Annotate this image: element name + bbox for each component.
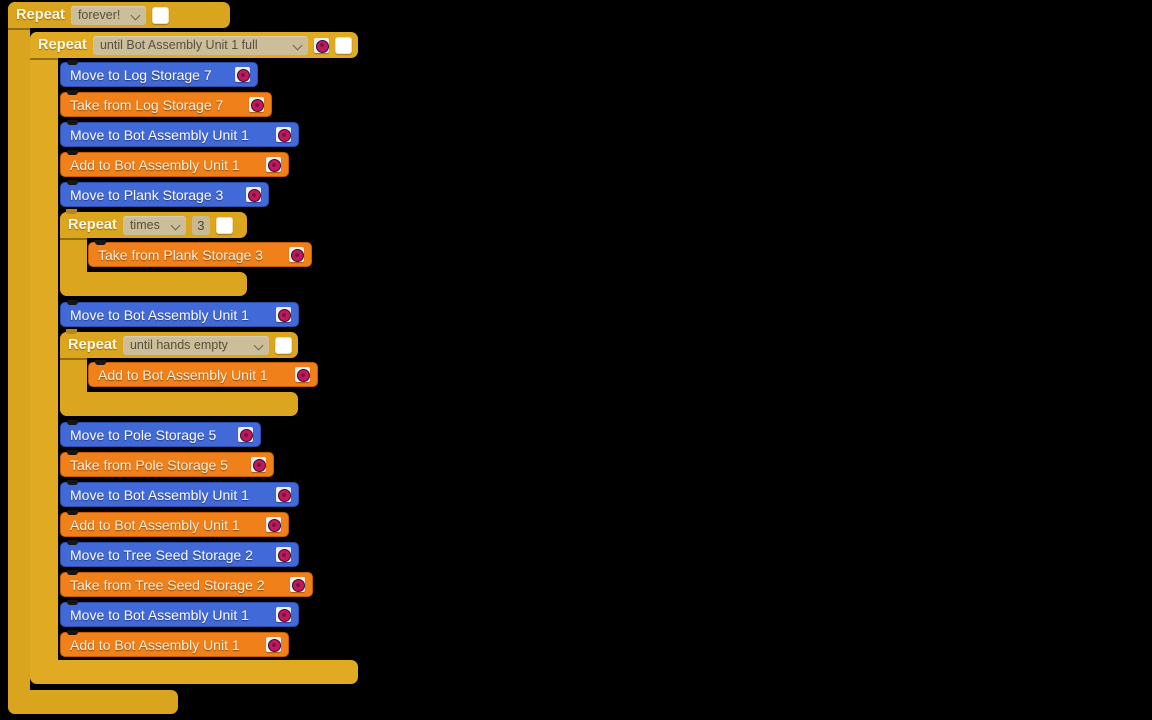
- repeat-condition-dropdown[interactable]: until hands empty: [122, 335, 269, 355]
- target-icon[interactable]: [276, 127, 291, 142]
- block-notch: [67, 180, 78, 185]
- target-icon[interactable]: [251, 457, 266, 472]
- target-icon[interactable]: [295, 367, 310, 382]
- block-add-to-bot-assembly-unit-1[interactable]: Add to Bot Assembly Unit 1: [60, 630, 289, 657]
- repeat-hands-empty-foot[interactable]: [60, 392, 298, 416]
- block-notch: [66, 209, 77, 214]
- block-notch: [67, 480, 78, 485]
- repeat-until-full-header[interactable]: Repeat until Bot Assembly Unit 1 full: [30, 32, 358, 58]
- repeat-until-full-block[interactable]: [30, 32, 58, 684]
- block-label: Add to Bot Assembly Unit 1: [98, 366, 268, 383]
- block-notch: [67, 420, 78, 425]
- target-icon[interactable]: [238, 427, 253, 442]
- block-label: Add to Bot Assembly Unit 1: [70, 516, 240, 533]
- block-move-to-bot-assembly-unit-1[interactable]: Move to Bot Assembly Unit 1: [60, 600, 299, 627]
- repeat-hands-empty-header[interactable]: Repeat until hands empty: [60, 329, 298, 358]
- target-icon[interactable]: [289, 247, 304, 262]
- chevron-down-icon: [172, 221, 181, 230]
- block-take-from-pole-storage-5[interactable]: Take from Pole Storage 5: [60, 450, 274, 477]
- repeat-forever-toggle[interactable]: [152, 6, 170, 24]
- block-notch: [67, 450, 78, 455]
- block-move-to-bot-assembly-unit-1[interactable]: Move to Bot Assembly Unit 1: [60, 300, 299, 327]
- repeat-times-toggle[interactable]: [215, 216, 233, 234]
- repeat-keyword: Repeat: [38, 37, 87, 53]
- repeat-keyword: Repeat: [68, 217, 117, 233]
- repeat-forever-block[interactable]: [8, 2, 30, 714]
- repeat-until-full-toggle[interactable]: [335, 36, 352, 54]
- block-move-to-tree-seed-storage-2[interactable]: Move to Tree Seed Storage 2: [60, 540, 299, 567]
- block-notch: [67, 510, 78, 515]
- block-program-canvas: Repeat forever! Repeat until Bot Assembl…: [0, 0, 1152, 720]
- block-move-to-bot-assembly-unit-1[interactable]: Move to Bot Assembly Unit 1: [60, 120, 299, 147]
- block-label: Move to Plank Storage 3: [70, 186, 224, 203]
- block-label: Take from Log Storage 7: [70, 96, 224, 113]
- block-add-to-bot-assembly-unit-1[interactable]: Add to Bot Assembly Unit 1: [60, 150, 289, 177]
- block-take-from-plank-storage-3[interactable]: Take from Plank Storage 3: [88, 240, 312, 267]
- block-label: Move to Tree Seed Storage 2: [70, 546, 253, 563]
- repeat-mode-dropdown[interactable]: times: [122, 215, 186, 235]
- block-add-to-bot-assembly-unit-1[interactable]: Add to Bot Assembly Unit 1: [60, 510, 289, 537]
- block-label: Take from Plank Storage 3: [98, 246, 263, 263]
- block-notch: [67, 570, 78, 575]
- repeat-keyword: Repeat: [16, 7, 65, 23]
- block-notch: [95, 360, 106, 365]
- target-icon[interactable]: [266, 157, 281, 172]
- repeat-count-input[interactable]: 3: [191, 215, 210, 235]
- block-take-from-log-storage-7[interactable]: Take from Log Storage 7: [60, 90, 272, 117]
- repeat-condition-label: forever!: [77, 8, 121, 22]
- block-label: Take from Tree Seed Storage 2: [70, 576, 265, 593]
- repeat-until-full-foot[interactable]: [30, 660, 358, 684]
- block-notch: [67, 300, 78, 305]
- block-move-to-log-storage-7[interactable]: Move to Log Storage 7: [60, 60, 258, 87]
- target-icon[interactable]: [314, 37, 329, 53]
- chevron-down-icon: [255, 341, 264, 350]
- repeat-forever-foot[interactable]: [8, 690, 178, 714]
- target-icon[interactable]: [249, 97, 264, 112]
- target-icon[interactable]: [266, 517, 281, 532]
- block-move-to-bot-assembly-unit-1[interactable]: Move to Bot Assembly Unit 1: [60, 480, 299, 507]
- block-label: Take from Pole Storage 5: [70, 456, 228, 473]
- block-notch: [67, 630, 78, 635]
- block-move-to-plank-storage-3[interactable]: Move to Plank Storage 3: [60, 180, 269, 207]
- block-label: Add to Bot Assembly Unit 1: [70, 636, 240, 653]
- block-notch: [67, 540, 78, 545]
- block-notch: [67, 90, 78, 95]
- repeat-times-foot[interactable]: [60, 272, 247, 296]
- block-take-from-tree-seed-storage-2[interactable]: Take from Tree Seed Storage 2: [60, 570, 313, 597]
- block-label: Move to Bot Assembly Unit 1: [70, 606, 249, 623]
- block-notch: [67, 600, 78, 605]
- target-icon[interactable]: [276, 307, 291, 322]
- target-icon[interactable]: [246, 187, 261, 202]
- target-icon[interactable]: [276, 547, 291, 562]
- target-icon[interactable]: [266, 637, 281, 652]
- chevron-down-icon: [132, 11, 141, 20]
- repeat-condition-dropdown[interactable]: until Bot Assembly Unit 1 full: [92, 35, 308, 55]
- target-icon[interactable]: [276, 607, 291, 622]
- repeat-times-header[interactable]: Repeat times 3: [60, 209, 247, 238]
- target-icon[interactable]: [276, 487, 291, 502]
- chevron-down-icon: [294, 41, 303, 50]
- repeat-condition-dropdown[interactable]: forever!: [70, 5, 147, 25]
- target-icon[interactable]: [290, 577, 305, 592]
- repeat-hands-empty-toggle[interactable]: [275, 336, 292, 354]
- block-label: Move to Bot Assembly Unit 1: [70, 486, 249, 503]
- repeat-keyword: Repeat: [68, 337, 117, 353]
- block-label: Move to Bot Assembly Unit 1: [70, 126, 249, 143]
- block-notch: [67, 120, 78, 125]
- block-move-to-pole-storage-5[interactable]: Move to Pole Storage 5: [60, 420, 261, 447]
- block-notch: [67, 60, 78, 65]
- block-label: Move to Log Storage 7: [70, 66, 212, 83]
- target-icon[interactable]: [235, 67, 250, 82]
- block-notch: [66, 329, 77, 334]
- block-label: Move to Bot Assembly Unit 1: [70, 306, 249, 323]
- block-notch: [95, 240, 106, 245]
- repeat-condition-label: until hands empty: [129, 338, 228, 352]
- repeat-forever-header[interactable]: Repeat forever!: [8, 2, 230, 28]
- repeat-mode-label: times: [129, 218, 160, 232]
- repeat-condition-label: until Bot Assembly Unit 1 full: [99, 38, 258, 52]
- block-add-to-bot-assembly-unit-1[interactable]: Add to Bot Assembly Unit 1: [88, 360, 318, 387]
- block-notch: [67, 150, 78, 155]
- block-label: Move to Pole Storage 5: [70, 426, 217, 443]
- block-label: Add to Bot Assembly Unit 1: [70, 156, 240, 173]
